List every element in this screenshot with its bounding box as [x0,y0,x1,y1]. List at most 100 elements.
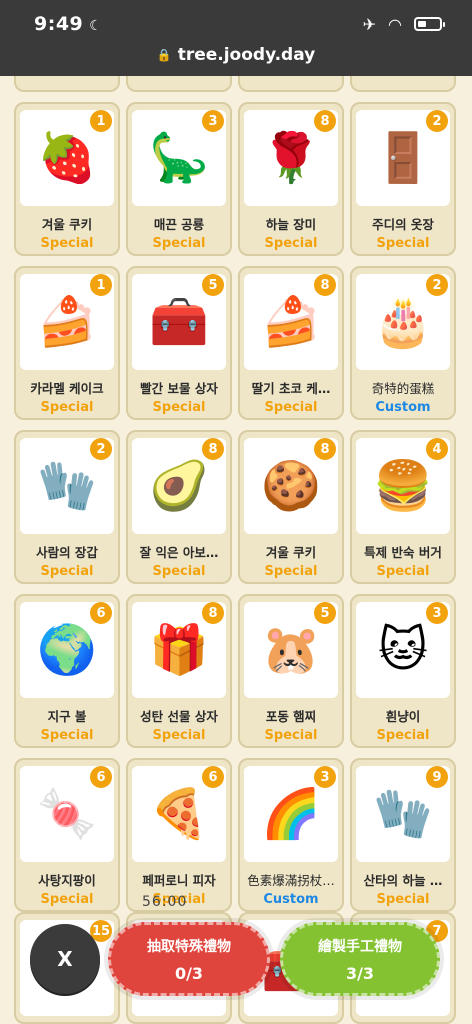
draw-custom-gift-button[interactable]: 繪製手工禮物 3/3 [276,918,444,1000]
item-count-badge: 3 [314,766,336,788]
item-name: 지구 볼 [47,709,87,724]
item-type-label: Special [152,236,206,251]
item-card[interactable]: 🧤 9 산타의 하늘 … Special [350,758,456,912]
item-card[interactable]: 🍔 4 특제 반숙 버거 Special [350,430,456,584]
item-name: 사탕지팡이 [38,873,96,888]
item-type-label: Special [264,400,318,415]
item-card[interactable]: 🦕 3 매끈 공룡 Special [126,102,232,256]
address-bar[interactable]: 🔒 tree.joody.day [0,42,472,68]
item-type-label: Custom [263,892,319,907]
item-name: 성탄 선물 상자 [140,709,218,724]
item-type-label: Special [40,400,94,415]
item-card[interactable]: 🍬 6 사탕지팡이 Special [14,758,120,912]
status-bar: 9:49 ☾ ✈ ◠ [0,0,472,48]
item-count-badge: 9 [426,766,448,788]
item-count-badge: 2 [426,110,448,132]
grid-cell-partial [350,76,456,92]
item-count-badge: 8 [314,110,336,132]
item-card[interactable]: 🥑 8 잘 익은 아보… Special [126,430,232,584]
item-card[interactable]: 🍰 8 딸기 초코 케… Special [238,266,344,420]
item-count-badge: 6 [90,766,112,788]
item-type-label: Special [376,564,430,579]
item-type-label: Special [376,728,430,743]
draw-special-gift-button[interactable]: 抽取特殊禮物 0/3 [104,918,274,1000]
item-type-label: Special [40,892,94,907]
item-type-label: Special [152,728,206,743]
grid-cell-partial [14,76,120,92]
item-name: 딸기 초코 케… [251,381,331,396]
item-card[interactable]: 🌹 8 하늘 장미 Special [238,102,344,256]
item-name: 빨간 보물 상자 [140,381,218,396]
item-type-label: Special [40,564,94,579]
item-card[interactable]: 🐱 3 흰냥이 Special [350,594,456,748]
item-count-badge: 8 [202,602,224,624]
item-type-label: Special [264,564,318,579]
close-button[interactable]: X [30,924,100,994]
item-name: 色素爆滿拐杖… [247,873,335,888]
item-grid: 🍓 1 겨울 쿠키 Special 🦕 3 매끈 공룡 Special 🌹 8 하늘 장미 Speci… [14,76,460,912]
item-type-label: Special [40,728,94,743]
item-count-badge: 1 [90,110,112,132]
browser-chrome: 9:49 ☾ ✈ ◠ 🔒 tree.joody.day [0,0,472,76]
item-name: 잘 익은 아보… [139,545,219,560]
moon-icon: ☾ [89,18,103,34]
item-count-badge: 8 [314,274,336,296]
item-name: 하늘 장미 [265,217,317,232]
item-count-badge: 8 [202,438,224,460]
grid-cell-partial [238,76,344,92]
item-count-badge: 5 [202,274,224,296]
grid-cell-partial [126,76,232,92]
item-count-badge: 3 [426,602,448,624]
item-name: 겨울 쿠키 [41,217,93,232]
item-card[interactable]: 🌈 3 色素爆滿拐杖… Custom [238,758,344,912]
item-card[interactable]: 🚪 2 주디의 옷장 Special [350,102,456,256]
draw-special-gift-count: 0/3 [174,963,204,983]
timer-text: 56:00 [142,894,188,910]
item-type-label: Special [264,236,318,251]
draw-special-gift-label: 抽取特殊禮物 [147,938,231,955]
item-count-badge: 8 [314,438,336,460]
item-name: 奇特的蛋糕 [371,381,435,396]
item-card[interactable]: 🧰 5 빨간 보물 상자 Special [126,266,232,420]
item-card[interactable]: 🍕 6 페퍼로니 피자 Special [126,758,232,912]
item-name: 산타의 하늘 … [363,873,443,888]
item-name: 사람의 장갑 [36,545,98,560]
item-type-label: Special [152,564,206,579]
item-card[interactable]: 🍪 8 겨울 쿠키 Special [238,430,344,584]
status-icons: ✈ ◠ [362,14,445,34]
wifi-icon: ◠ [388,14,402,34]
item-card[interactable]: 🧤 2 사람의 장갑 Special [14,430,120,584]
item-type-label: Special [40,236,94,251]
item-count-badge: 2 [426,274,448,296]
item-count-badge: 1 [90,274,112,296]
item-name: 카라멜 케이크 [30,381,104,396]
item-count-badge: 3 [202,110,224,132]
item-card[interactable]: 🍰 1 카라멜 케이크 Special [14,266,120,420]
item-card[interactable]: 🌍 6 지구 볼 Special [14,594,120,748]
battery-icon [414,17,445,31]
item-name: 주디의 옷장 [372,217,434,232]
item-card[interactable]: 🎂 2 奇特的蛋糕 Custom [350,266,456,420]
item-type-label: Custom [375,400,431,415]
item-name: 흰냥이 [385,709,421,724]
item-count-badge: 4 [426,438,448,460]
item-type-label: Special [376,892,430,907]
item-type-label: Special [376,236,430,251]
item-type-label: Special [152,400,206,415]
item-count-badge: 6 [202,766,224,788]
draw-custom-gift-count: 3/3 [345,963,375,983]
item-count-badge: 2 [90,438,112,460]
status-time: 9:49 ☾ [34,13,102,35]
item-card[interactable]: 🎁 8 성탄 선물 상자 Special [126,594,232,748]
item-card[interactable]: 🐹 5 포동 햄찌 Special [238,594,344,748]
clock-text: 9:49 [34,13,84,35]
item-name: 포동 햄찌 [265,709,317,724]
item-card[interactable]: 🍓 1 겨울 쿠키 Special [14,102,120,256]
item-type-label: Special [264,728,318,743]
url-text: tree.joody.day [177,45,316,65]
airplane-icon: ✈ [362,14,377,34]
item-name: 겨울 쿠키 [265,545,317,560]
item-count-badge: 5 [314,602,336,624]
item-name: 특제 반숙 버거 [364,545,442,560]
item-count-badge: 6 [90,602,112,624]
